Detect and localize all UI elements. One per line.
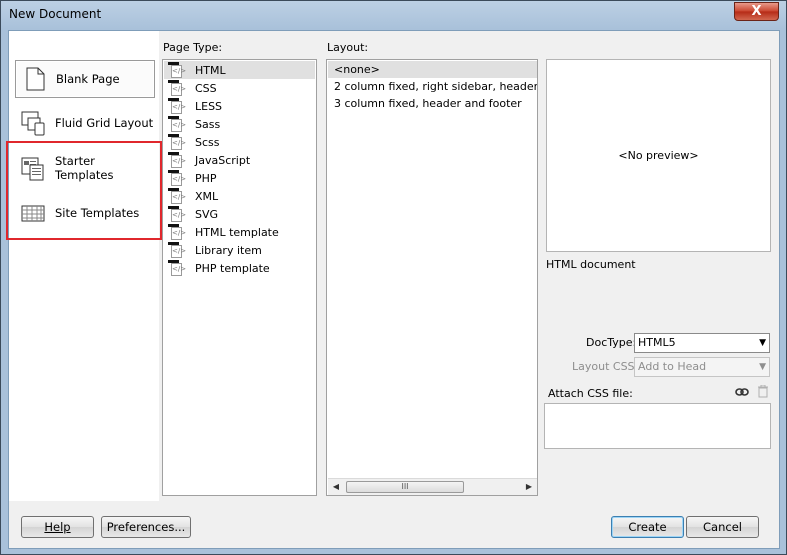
- scroll-thumb[interactable]: III: [346, 481, 464, 493]
- category-panel: Blank Page Fluid Grid Layout Starter Tem…: [9, 31, 159, 501]
- category-fluid-grid-layout[interactable]: Fluid Grid Layout: [15, 104, 155, 142]
- page-type-item[interactable]: </> HTML: [164, 61, 315, 79]
- category-label: Fluid Grid Layout: [55, 116, 154, 130]
- page-type-list[interactable]: </> HTML </> CSS </> LESS </> Sass </> Scss <…: [162, 59, 317, 496]
- attach-css-label: Attach CSS file:: [548, 387, 633, 400]
- page-type-item[interactable]: </> LESS: [164, 97, 315, 115]
- new-document-dialog: New Document X Blank Page Fluid Grid Lay…: [0, 0, 787, 555]
- layout-horizontal-scrollbar[interactable]: ◀ III ▶: [328, 478, 537, 495]
- preview-box: <No preview>: [546, 59, 771, 252]
- page-type-item[interactable]: </> XML: [164, 187, 315, 205]
- trash-icon[interactable]: [757, 384, 769, 398]
- highlight-box: [6, 141, 162, 240]
- page-type-item[interactable]: </> SVG: [164, 205, 315, 223]
- scroll-right-icon[interactable]: ▶: [523, 482, 535, 493]
- page-type-item[interactable]: </> PHP template: [164, 259, 315, 277]
- file-icon: </>: [168, 242, 186, 258]
- chevron-down-icon: ▼: [759, 338, 766, 348]
- preview-placeholder: <No preview>: [618, 149, 699, 162]
- file-icon: </>: [168, 152, 186, 168]
- page-type-item[interactable]: </> HTML template: [164, 223, 315, 241]
- layout-item[interactable]: <none>: [334, 63, 380, 76]
- layout-item[interactable]: 2 column fixed, right sidebar, header an…: [334, 80, 537, 93]
- file-icon: </>: [168, 134, 186, 150]
- scroll-left-icon[interactable]: ◀: [330, 482, 342, 493]
- layout-css-select[interactable]: Add to Head ▼: [634, 357, 770, 377]
- doctype-select[interactable]: HTML5 ▼: [634, 333, 770, 353]
- layout-css-label: Layout CSS:: [572, 360, 639, 373]
- page-type-item[interactable]: </> JavaScript: [164, 151, 315, 169]
- preview-description: HTML document: [546, 258, 636, 271]
- title-bar[interactable]: New Document X: [1, 1, 786, 29]
- page-type-header: Page Type:: [163, 41, 223, 54]
- file-icon: </>: [168, 224, 186, 240]
- chevron-down-icon: ▼: [759, 362, 766, 372]
- page-type-item[interactable]: </> Library item: [164, 241, 315, 259]
- page-type-item[interactable]: </> PHP: [164, 169, 315, 187]
- category-blank-page[interactable]: Blank Page: [15, 60, 155, 98]
- layout-header: Layout:: [327, 41, 369, 54]
- blank-page-icon: [20, 65, 48, 93]
- attach-css-list[interactable]: [544, 403, 771, 449]
- file-icon: </>: [168, 170, 186, 186]
- category-label: Blank Page: [56, 72, 120, 86]
- file-icon: </>: [168, 260, 186, 276]
- cancel-button[interactable]: Cancel: [686, 516, 759, 538]
- close-icon: X: [751, 4, 762, 19]
- dialog-body: Blank Page Fluid Grid Layout Starter Tem…: [6, 30, 780, 549]
- file-icon: </>: [168, 80, 186, 96]
- file-icon: </>: [168, 98, 186, 114]
- window-title: New Document: [9, 7, 102, 21]
- layout-item[interactable]: 3 column fixed, header and footer: [334, 97, 522, 110]
- layout-list[interactable]: <none> 2 column fixed, right sidebar, he…: [326, 59, 538, 496]
- page-type-item[interactable]: </> Scss: [164, 133, 315, 151]
- page-type-item[interactable]: </> Sass: [164, 115, 315, 133]
- create-button[interactable]: Create: [611, 516, 684, 538]
- preferences-button[interactable]: Preferences...: [101, 516, 191, 538]
- link-icon[interactable]: [735, 386, 749, 398]
- file-icon: </>: [168, 116, 186, 132]
- file-icon: </>: [168, 62, 186, 78]
- file-icon: </>: [168, 188, 186, 204]
- page-type-item[interactable]: </> CSS: [164, 79, 315, 97]
- fluid-grid-icon: [19, 109, 47, 137]
- file-icon: </>: [168, 206, 186, 222]
- close-button[interactable]: X: [734, 2, 779, 21]
- doctype-label: DocType:: [586, 336, 637, 349]
- help-button[interactable]: Help: [21, 516, 94, 538]
